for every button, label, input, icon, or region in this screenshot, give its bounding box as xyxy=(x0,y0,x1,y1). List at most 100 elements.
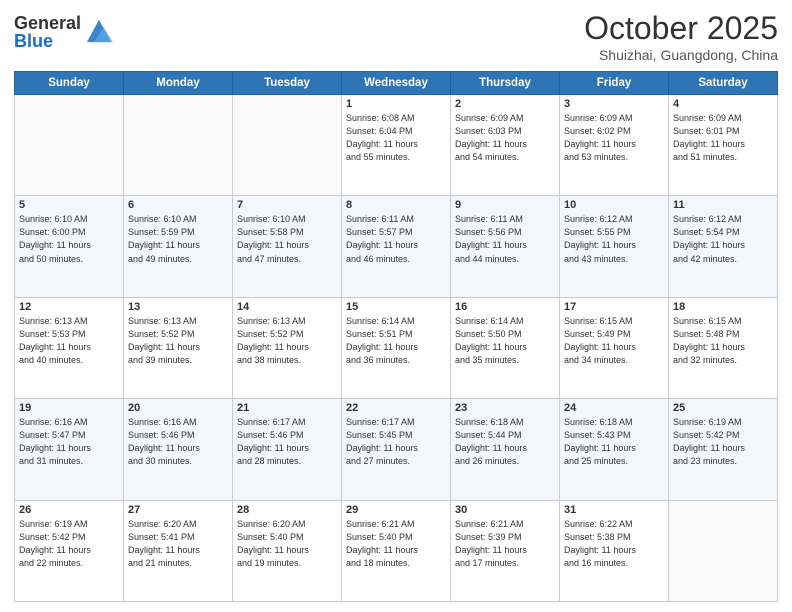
day-number: 24 xyxy=(564,402,664,414)
day-number: 6 xyxy=(128,199,228,211)
day-info: Sunrise: 6:19 AM Sunset: 5:42 PM Dayligh… xyxy=(673,416,773,468)
calendar-week-0: 1 Sunrise: 6:08 AM Sunset: 6:04 PM Daylig… xyxy=(15,95,778,196)
calendar-cell: 14 Sunrise: 6:13 AM Sunset: 5:52 PM Dayli… xyxy=(233,297,342,398)
calendar-cell: 8 Sunrise: 6:11 AM Sunset: 5:57 PM Daylig… xyxy=(342,196,451,297)
day-number: 18 xyxy=(673,301,773,313)
calendar-week-4: 26Sunrise: 6:19 AM Sunset: 5:42 PM Dayli… xyxy=(15,500,778,601)
day-info: Sunrise: 6:12 AM Sunset: 5:55 PM Dayligh… xyxy=(564,213,664,265)
day-info: Sunrise: 6:18 AM Sunset: 5:43 PM Dayligh… xyxy=(564,416,664,468)
col-header-sunday: Sunday xyxy=(15,72,124,95)
day-number: 9 xyxy=(455,199,555,211)
col-header-saturday: Saturday xyxy=(669,72,778,95)
day-info: Sunrise: 6:09 AM Sunset: 6:02 PM Dayligh… xyxy=(564,112,664,164)
day-info: Sunrise: 6:17 AM Sunset: 5:45 PM Dayligh… xyxy=(346,416,446,468)
calendar-cell: 30 Sunrise: 6:21 AM Sunset: 5:39 PM Dayli… xyxy=(451,500,560,601)
calendar-cell: 27 Sunrise: 6:20 AM Sunset: 5:41 PM Dayli… xyxy=(124,500,233,601)
calendar-cell: 21 Sunrise: 6:17 AM Sunset: 5:46 PM Dayli… xyxy=(233,399,342,500)
day-number: 15 xyxy=(346,301,446,313)
day-info: Sunrise: 6:13 AM Sunset: 5:52 PM Dayligh… xyxy=(237,315,337,367)
location: Shuizhai, Guangdong, China xyxy=(584,47,778,63)
logo-icon xyxy=(85,16,113,44)
calendar-cell: 11 Sunrise: 6:12 AM Sunset: 5:54 PM Dayli… xyxy=(669,196,778,297)
page: General Blue October 2025 Shuizhai, Guan… xyxy=(0,0,792,612)
day-number: 4 xyxy=(673,98,773,110)
calendar-cell xyxy=(15,95,124,196)
day-number: 5 xyxy=(19,199,119,211)
day-number: 26 xyxy=(19,504,119,516)
calendar-week-3: 19Sunrise: 6:16 AM Sunset: 5:47 PM Dayli… xyxy=(15,399,778,500)
day-info: Sunrise: 6:15 AM Sunset: 5:48 PM Dayligh… xyxy=(673,315,773,367)
calendar-cell: 6Sunrise: 6:10 AM Sunset: 5:59 PM Daylig… xyxy=(124,196,233,297)
day-number: 10 xyxy=(564,199,664,211)
calendar-cell: 29 Sunrise: 6:21 AM Sunset: 5:40 PM Dayli… xyxy=(342,500,451,601)
calendar-cell: 3 Sunrise: 6:09 AM Sunset: 6:02 PM Daylig… xyxy=(560,95,669,196)
day-info: Sunrise: 6:11 AM Sunset: 5:57 PM Dayligh… xyxy=(346,213,446,265)
day-info: Sunrise: 6:14 AM Sunset: 5:50 PM Dayligh… xyxy=(455,315,555,367)
day-info: Sunrise: 6:12 AM Sunset: 5:54 PM Dayligh… xyxy=(673,213,773,265)
calendar-cell: 20 Sunrise: 6:16 AM Sunset: 5:46 PM Dayli… xyxy=(124,399,233,500)
calendar-cell: 15 Sunrise: 6:14 AM Sunset: 5:51 PM Dayli… xyxy=(342,297,451,398)
calendar-table: SundayMondayTuesdayWednesdayThursdayFrid… xyxy=(14,71,778,602)
day-info: Sunrise: 6:17 AM Sunset: 5:46 PM Dayligh… xyxy=(237,416,337,468)
day-number: 14 xyxy=(237,301,337,313)
calendar-week-2: 12Sunrise: 6:13 AM Sunset: 5:53 PM Dayli… xyxy=(15,297,778,398)
col-header-monday: Monday xyxy=(124,72,233,95)
calendar-cell: 23Sunrise: 6:18 AM Sunset: 5:44 PM Dayli… xyxy=(451,399,560,500)
day-info: Sunrise: 6:21 AM Sunset: 5:39 PM Dayligh… xyxy=(455,518,555,570)
calendar-cell xyxy=(124,95,233,196)
day-number: 8 xyxy=(346,199,446,211)
day-info: Sunrise: 6:22 AM Sunset: 5:38 PM Dayligh… xyxy=(564,518,664,570)
day-info: Sunrise: 6:10 AM Sunset: 6:00 PM Dayligh… xyxy=(19,213,119,265)
day-number: 3 xyxy=(564,98,664,110)
logo: General Blue xyxy=(14,14,113,50)
col-header-friday: Friday xyxy=(560,72,669,95)
calendar-cell: 10 Sunrise: 6:12 AM Sunset: 5:55 PM Dayli… xyxy=(560,196,669,297)
calendar-cell: 13 Sunrise: 6:13 AM Sunset: 5:52 PM Dayli… xyxy=(124,297,233,398)
day-number: 31 xyxy=(564,504,664,516)
day-info: Sunrise: 6:20 AM Sunset: 5:40 PM Dayligh… xyxy=(237,518,337,570)
calendar-cell: 17Sunrise: 6:15 AM Sunset: 5:49 PM Dayli… xyxy=(560,297,669,398)
calendar-cell: 7Sunrise: 6:10 AM Sunset: 5:58 PM Daylig… xyxy=(233,196,342,297)
day-number: 20 xyxy=(128,402,228,414)
title-block: October 2025 Shuizhai, Guangdong, China xyxy=(584,10,778,63)
month-title: October 2025 xyxy=(584,10,778,47)
calendar-cell: 2Sunrise: 6:09 AM Sunset: 6:03 PM Daylig… xyxy=(451,95,560,196)
header: General Blue October 2025 Shuizhai, Guan… xyxy=(14,10,778,63)
col-header-thursday: Thursday xyxy=(451,72,560,95)
calendar-cell: 24 Sunrise: 6:18 AM Sunset: 5:43 PM Dayli… xyxy=(560,399,669,500)
day-info: Sunrise: 6:20 AM Sunset: 5:41 PM Dayligh… xyxy=(128,518,228,570)
day-number: 30 xyxy=(455,504,555,516)
day-info: Sunrise: 6:09 AM Sunset: 6:01 PM Dayligh… xyxy=(673,112,773,164)
day-info: Sunrise: 6:16 AM Sunset: 5:46 PM Dayligh… xyxy=(128,416,228,468)
col-header-tuesday: Tuesday xyxy=(233,72,342,95)
col-header-wednesday: Wednesday xyxy=(342,72,451,95)
day-number: 22 xyxy=(346,402,446,414)
day-number: 1 xyxy=(346,98,446,110)
calendar-cell: 28 Sunrise: 6:20 AM Sunset: 5:40 PM Dayli… xyxy=(233,500,342,601)
day-info: Sunrise: 6:10 AM Sunset: 5:58 PM Dayligh… xyxy=(237,213,337,265)
day-info: Sunrise: 6:21 AM Sunset: 5:40 PM Dayligh… xyxy=(346,518,446,570)
day-number: 11 xyxy=(673,199,773,211)
day-info: Sunrise: 6:14 AM Sunset: 5:51 PM Dayligh… xyxy=(346,315,446,367)
day-number: 21 xyxy=(237,402,337,414)
day-number: 28 xyxy=(237,504,337,516)
day-info: Sunrise: 6:11 AM Sunset: 5:56 PM Dayligh… xyxy=(455,213,555,265)
day-number: 25 xyxy=(673,402,773,414)
day-number: 19 xyxy=(19,402,119,414)
day-number: 29 xyxy=(346,504,446,516)
logo-general: General xyxy=(14,14,81,32)
calendar-cell xyxy=(669,500,778,601)
day-info: Sunrise: 6:13 AM Sunset: 5:53 PM Dayligh… xyxy=(19,315,119,367)
calendar-cell: 26Sunrise: 6:19 AM Sunset: 5:42 PM Dayli… xyxy=(15,500,124,601)
calendar-cell: 22 Sunrise: 6:17 AM Sunset: 5:45 PM Dayli… xyxy=(342,399,451,500)
day-number: 16 xyxy=(455,301,555,313)
calendar-cell: 25 Sunrise: 6:19 AM Sunset: 5:42 PM Dayli… xyxy=(669,399,778,500)
calendar-cell: 5 Sunrise: 6:10 AM Sunset: 6:00 PM Daylig… xyxy=(15,196,124,297)
calendar-cell: 4 Sunrise: 6:09 AM Sunset: 6:01 PM Daylig… xyxy=(669,95,778,196)
day-number: 17 xyxy=(564,301,664,313)
day-number: 13 xyxy=(128,301,228,313)
day-number: 27 xyxy=(128,504,228,516)
day-info: Sunrise: 6:08 AM Sunset: 6:04 PM Dayligh… xyxy=(346,112,446,164)
calendar-cell xyxy=(233,95,342,196)
day-info: Sunrise: 6:13 AM Sunset: 5:52 PM Dayligh… xyxy=(128,315,228,367)
